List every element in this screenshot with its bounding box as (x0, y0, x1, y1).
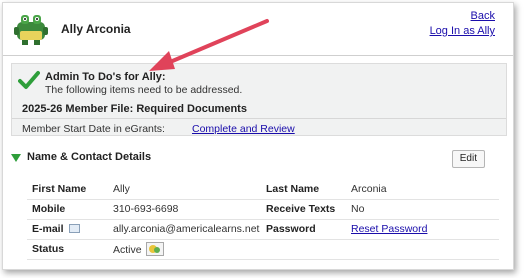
table-row: Mobile 310-693-6698 Receive Texts No (27, 199, 499, 220)
email-label: E-mail (32, 223, 64, 235)
first-name-label: First Name (27, 179, 113, 200)
table-row: First Name Ally Last Name Arconia (27, 179, 499, 200)
status-label: Status (27, 239, 113, 260)
triangle-down-icon[interactable] (11, 154, 21, 162)
todo-divider (12, 118, 506, 119)
todo-section-title: 2025-26 Member File: Required Documents (22, 103, 247, 115)
user-name: Ally Arconia (61, 22, 131, 36)
last-name-label: Last Name (261, 179, 351, 200)
page-frame: Ally Arconia Back Log In as Ally Admin T… (2, 2, 514, 270)
name-contact-section-header[interactable]: Name & Contact Details Edit (11, 150, 507, 171)
green-check-icon (18, 71, 40, 89)
complete-and-review-link[interactable]: Complete and Review (192, 123, 295, 135)
annotation-arrow-icon (149, 19, 269, 71)
todo-subtitle: The following items need to be addressed… (45, 84, 243, 96)
table-row: Status Active (27, 239, 499, 260)
reset-password-link[interactable]: Reset Password (351, 223, 427, 235)
contact-details-table: First Name Ally Last Name Arconia Mobile… (27, 179, 499, 260)
edit-button[interactable]: Edit (451, 150, 485, 168)
first-name-value: Ally (113, 179, 261, 200)
last-name-value: Arconia (351, 179, 499, 200)
mobile-value: 310-693-6698 (113, 199, 261, 220)
empty-value (351, 239, 499, 260)
login-as-link[interactable]: Log In as Ally (430, 25, 495, 37)
mobile-label: Mobile (27, 199, 113, 220)
password-label: Password (261, 219, 351, 240)
todo-item-label: Member Start Date in eGrants: (22, 123, 165, 135)
table-row: E-mail ally.arconia@americalearns.net Pa… (27, 219, 499, 240)
receive-texts-label: Receive Texts (261, 199, 351, 220)
receive-texts-value: No (351, 199, 499, 220)
email-icon[interactable] (68, 224, 80, 233)
email-value: ally.arconia@americalearns.net (113, 219, 261, 240)
section-title: Name & Contact Details (27, 151, 152, 163)
empty-label (261, 239, 351, 260)
password-value-cell: Reset Password (351, 219, 499, 240)
status-value: Active (113, 244, 142, 256)
status-value-cell: Active (113, 239, 261, 260)
back-link[interactable]: Back (471, 10, 495, 22)
status-icon[interactable] (145, 242, 164, 256)
alligator-avatar-icon (14, 15, 48, 45)
email-label-cell: E-mail (27, 219, 113, 240)
